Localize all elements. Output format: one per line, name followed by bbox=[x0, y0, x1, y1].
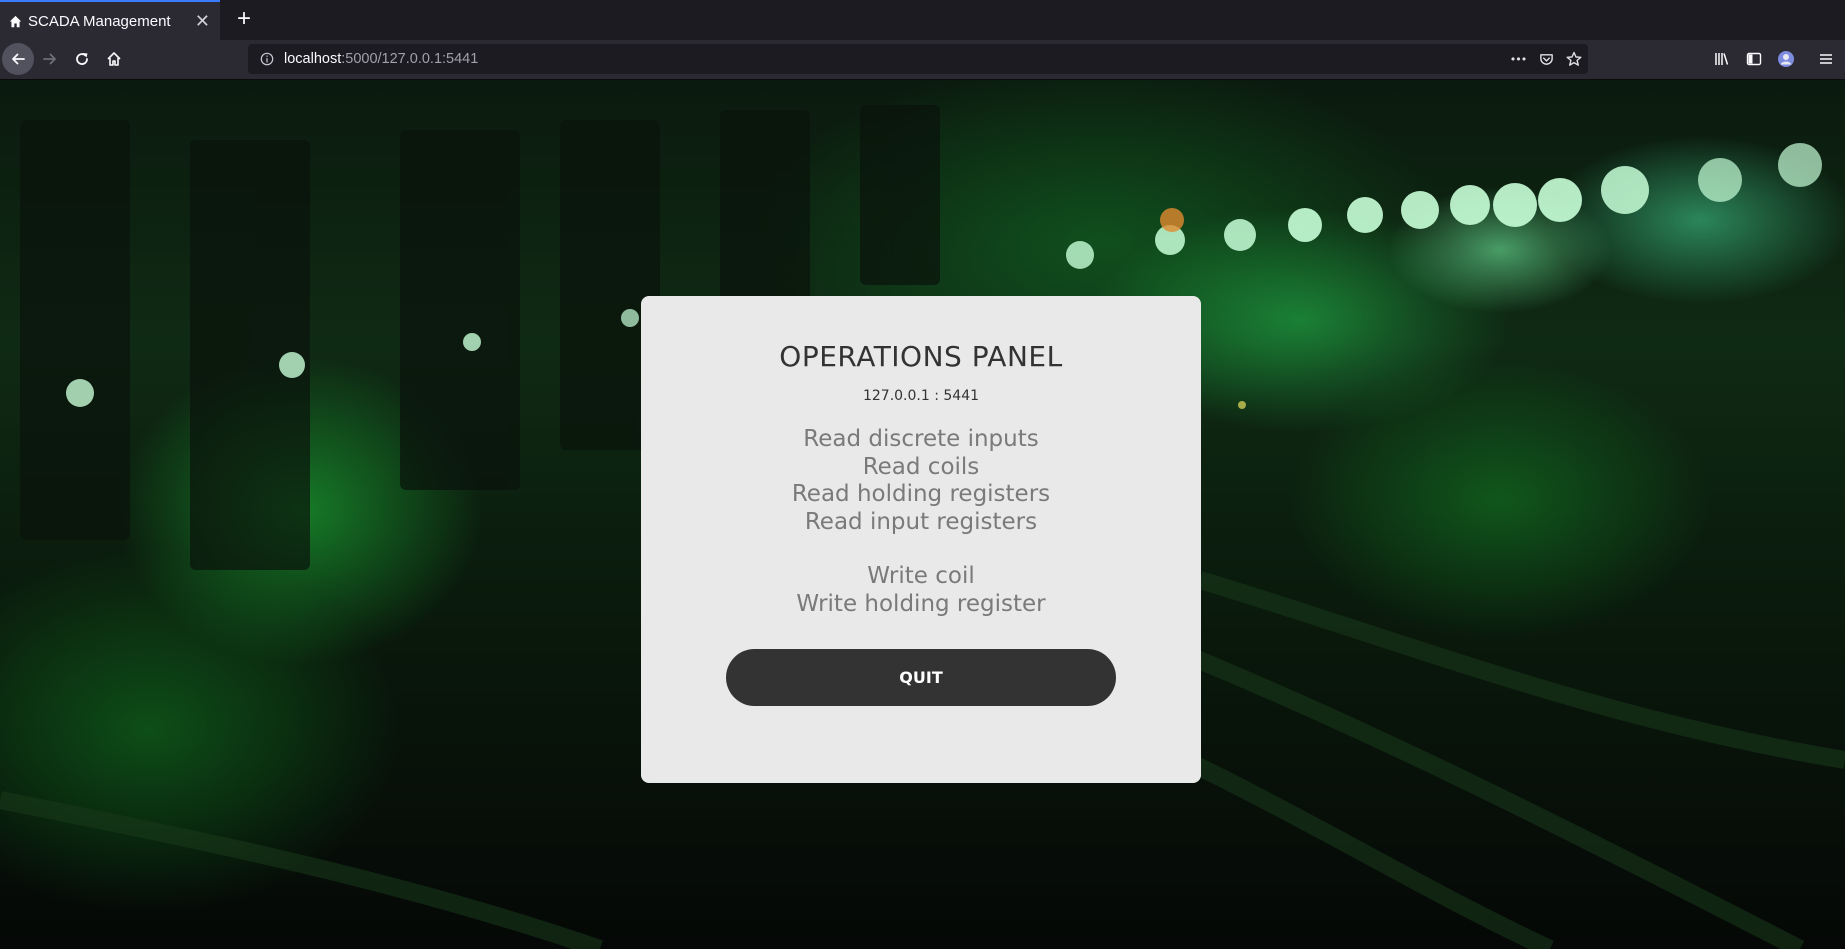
info-icon[interactable] bbox=[260, 52, 278, 66]
reload-icon bbox=[76, 53, 88, 65]
read-input-registers-link[interactable]: Read input registers bbox=[641, 509, 1201, 537]
library-button[interactable] bbox=[1706, 43, 1738, 75]
sidebar-button[interactable] bbox=[1738, 43, 1770, 75]
write-holding-register-link[interactable]: Write holding register bbox=[641, 591, 1201, 619]
active-tab[interactable]: SCADA Management ✕ bbox=[0, 0, 220, 40]
more-dots-icon[interactable]: ••• bbox=[1504, 53, 1532, 66]
read-coils-link[interactable]: Read coils bbox=[641, 454, 1201, 482]
url-text[interactable]: localhost:5000/127.0.0.1:5441 bbox=[284, 51, 1504, 67]
home-icon bbox=[8, 14, 22, 28]
home-icon bbox=[107, 52, 121, 66]
library-icon bbox=[1715, 53, 1729, 65]
page-content: OPERATIONS PANEL 127.0.0.1 : 5441 Read d… bbox=[0, 80, 1845, 949]
sidebar-icon bbox=[1746, 52, 1762, 66]
url-path: :5000/127.0.0.1:5441 bbox=[341, 51, 479, 67]
read-discrete-inputs-link[interactable]: Read discrete inputs bbox=[641, 426, 1201, 454]
operations-panel: OPERATIONS PANEL 127.0.0.1 : 5441 Read d… bbox=[641, 296, 1201, 783]
navigation-toolbar: localhost:5000/127.0.0.1:5441 ••• bbox=[0, 40, 1845, 80]
reload-button[interactable] bbox=[66, 43, 98, 75]
write-coil-link[interactable]: Write coil bbox=[641, 563, 1201, 591]
account-icon bbox=[1778, 51, 1794, 67]
star-icon[interactable] bbox=[1560, 51, 1588, 67]
back-button[interactable] bbox=[2, 43, 34, 75]
forward-arrow-icon bbox=[43, 53, 56, 65]
hamburger-menu-icon bbox=[1820, 54, 1832, 64]
close-tab-icon[interactable]: ✕ bbox=[195, 11, 210, 32]
forward-button[interactable] bbox=[34, 43, 66, 75]
url-host: localhost bbox=[284, 51, 342, 67]
pocket-icon[interactable] bbox=[1532, 52, 1560, 67]
new-tab-button[interactable]: + bbox=[228, 4, 260, 36]
home-button[interactable] bbox=[98, 43, 130, 75]
address-bar[interactable]: localhost:5000/127.0.0.1:5441 ••• bbox=[248, 44, 1588, 74]
back-arrow-icon bbox=[12, 53, 25, 65]
account-button[interactable] bbox=[1770, 43, 1802, 75]
target-address: 127.0.0.1 : 5441 bbox=[862, 388, 980, 404]
tab-strip: SCADA Management ✕ + bbox=[0, 0, 1845, 40]
read-holding-registers-link[interactable]: Read holding registers bbox=[641, 481, 1201, 509]
menu-button[interactable] bbox=[1810, 43, 1842, 75]
quit-button[interactable]: QUIT bbox=[726, 649, 1116, 706]
tab-title: SCADA Management bbox=[28, 12, 171, 30]
operations-list: Read discrete inputs Read coils Read hol… bbox=[641, 426, 1201, 618]
panel-title: OPERATIONS PANEL bbox=[779, 340, 1063, 373]
